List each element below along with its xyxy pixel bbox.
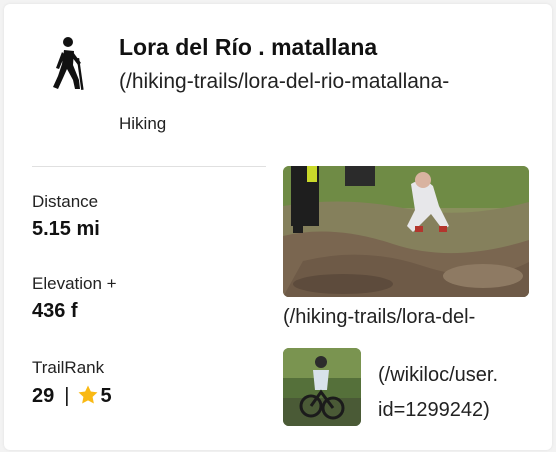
elevation-value: 436 f <box>32 300 78 322</box>
user-link-line2: id=1299242) <box>378 399 490 421</box>
trailrank-separator: | <box>64 385 70 407</box>
activity-type: Hiking <box>119 114 167 133</box>
rating-value: 5 <box>100 385 112 407</box>
trail-url-link[interactable]: (/hiking-trails/lora-del-rio-matallana- <box>119 70 449 94</box>
user-avatar[interactable] <box>283 348 361 426</box>
elevation-label: Elevation + <box>32 274 117 293</box>
trailrank-value: 29 <box>32 385 55 407</box>
hiker-icon <box>53 37 84 90</box>
trail-card: Lora del Río . matallana (/hiking-trails… <box>4 4 552 450</box>
user-link-line1: (/wikiloc/user. <box>378 364 499 386</box>
distance-value: 5.15 mi <box>32 218 100 240</box>
distance-label: Distance <box>32 192 99 211</box>
trail-title[interactable]: Lora del Río . matallana <box>119 34 377 61</box>
trail-photo[interactable] <box>283 166 529 297</box>
trailrank-label: TrailRank <box>32 358 105 377</box>
divider <box>32 166 266 167</box>
user-profile-link[interactable]: (/wikiloc/user. id=1299242) <box>378 358 530 428</box>
trailrank-value-row: 29 | 5 <box>32 384 112 408</box>
photo-url-link[interactable]: (/hiking-trails/lora-del- <box>283 306 475 329</box>
star-icon <box>79 385 98 404</box>
